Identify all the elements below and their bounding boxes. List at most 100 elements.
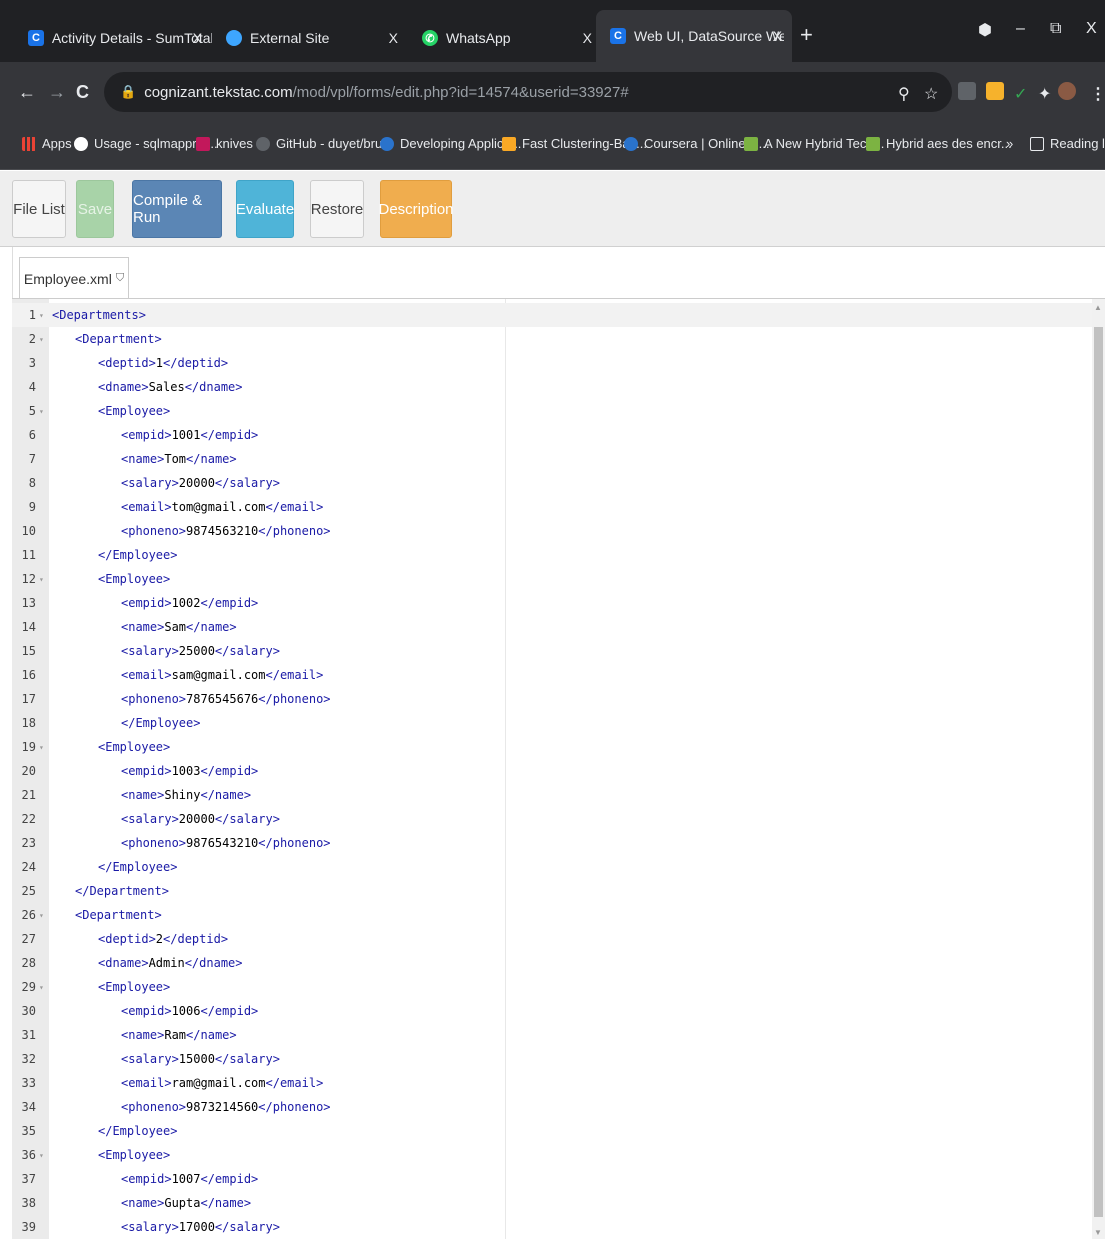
bookmark-new-hybrid-tech[interactable]: A New Hybrid Tech... — [744, 136, 884, 151]
extension-check-icon[interactable]: ✓ — [1014, 84, 1027, 104]
extension-hand-icon[interactable] — [986, 82, 1004, 100]
back-arrow-icon[interactable]: ← — [18, 82, 36, 103]
line-number: 21 — [21, 788, 36, 802]
code-line[interactable]: 10 <phoneno>9874563210</phoneno> — [12, 519, 1092, 543]
code-line[interactable]: 22 <salary>20000</salary> — [12, 807, 1092, 831]
extension-pdf-icon[interactable] — [958, 82, 976, 100]
code-line[interactable]: 35 </Employee> — [12, 1119, 1092, 1143]
code-line[interactable]: 5 ▾ <Employee> — [12, 399, 1092, 423]
code-line[interactable]: 36 ▾ <Employee> — [12, 1143, 1092, 1167]
fold-arrow-icon[interactable]: ▾ — [36, 575, 49, 584]
profile-shield-icon[interactable]: ⬢ — [978, 20, 992, 40]
code-line[interactable]: 15 <salary>25000</salary> — [12, 639, 1092, 663]
code-line[interactable]: 37 <empid>1007</empid> — [12, 1167, 1092, 1191]
code-line[interactable]: 33 <email>ram@gmail.com</email> — [12, 1071, 1092, 1095]
avatar[interactable] — [1058, 82, 1076, 100]
tab-external-site[interactable]: External Site X — [212, 14, 408, 62]
code-line[interactable]: 28 <dname>Admin</dname> — [12, 951, 1092, 975]
code-line[interactable]: 9 <email>tom@gmail.com</email> — [12, 495, 1092, 519]
save-button[interactable]: Save — [76, 180, 114, 238]
forward-arrow-icon[interactable]: → — [48, 82, 66, 103]
code-line[interactable]: 8 <salary>20000</salary> — [12, 471, 1092, 495]
code-text: <Departments> — [52, 308, 146, 322]
scroll-up-arrow-icon[interactable]: ▲ — [1094, 303, 1102, 312]
bookmark-developing-applica[interactable]: Developing Applica... — [380, 136, 521, 151]
code-line[interactable]: 29 ▾ <Employee> — [12, 975, 1092, 999]
tab-web-ui-datasource[interactable]: C Web UI, DataSource Well Formed X — [596, 10, 792, 62]
bookmark-github-duyet[interactable]: GitHub - duyet/bru... — [256, 136, 393, 151]
tab-close-icon[interactable]: X — [193, 30, 202, 46]
code-line[interactable]: 24 </Employee> — [12, 855, 1092, 879]
code-line[interactable]: 4 <dname>Sales</dname> — [12, 375, 1092, 399]
more-bookmarks-button[interactable]: » — [1006, 136, 1013, 151]
line-number: 14 — [21, 620, 36, 634]
tab-close-icon[interactable]: X — [773, 28, 782, 44]
minimize-button[interactable]: – — [1016, 20, 1025, 38]
code-line[interactable]: 20 <empid>1003</empid> — [12, 759, 1092, 783]
scroll-down-arrow-icon[interactable]: ▼ — [1094, 1228, 1102, 1237]
restore-button[interactable]: Restore — [310, 180, 364, 238]
code-line[interactable]: 14 <name>Sam</name> — [12, 615, 1092, 639]
reading-list-button[interactable]: Reading list — [1030, 136, 1105, 151]
code-line[interactable]: 6 <empid>1001</empid> — [12, 423, 1092, 447]
bookmark-hybrid-aes[interactable]: Hybrid aes des encr... — [866, 136, 1012, 151]
bookmark-apps[interactable]: Apps — [22, 136, 72, 151]
code-line[interactable]: 31 <name>Ram</name> — [12, 1023, 1092, 1047]
file-tab-employee-xml[interactable]: Employee.xml ⛉ — [19, 257, 129, 299]
evaluate-button[interactable]: Evaluate — [236, 180, 294, 238]
file-tabs: Employee.xml ⛉ — [12, 247, 1105, 299]
code-line[interactable]: 2 ▾ <Department> — [12, 327, 1092, 351]
code-line[interactable]: 34 <phoneno>9873214560</phoneno> — [12, 1095, 1092, 1119]
code-line[interactable]: 11 </Employee> — [12, 543, 1092, 567]
code-line[interactable]: 23 <phoneno>9876543210</phoneno> — [12, 831, 1092, 855]
window-close-button[interactable]: X — [1086, 20, 1097, 38]
bookmark-star-icon[interactable]: ☆ — [924, 84, 938, 104]
line-number: 13 — [21, 596, 36, 610]
zoom-icon[interactable]: ⚲ — [898, 84, 910, 104]
fold-arrow-icon[interactable]: ▾ — [36, 407, 49, 416]
code-editor[interactable]: 1 ▾ <Departments> 2 ▾ <Department> 3 <deptid>1<… — [12, 299, 1092, 1239]
compile-run-button[interactable]: Compile & Run — [132, 180, 222, 238]
code-line[interactable]: 21 <name>Shiny</name> — [12, 783, 1092, 807]
scrollbar-thumb[interactable] — [1094, 327, 1103, 1217]
fold-arrow-icon[interactable]: ▾ — [36, 743, 49, 752]
code-line[interactable]: 25 </Department> — [12, 879, 1092, 903]
fold-arrow-icon[interactable]: ▾ — [36, 911, 49, 920]
editor-vertical-scrollbar[interactable]: ▲ ▼ — [1092, 299, 1105, 1239]
reload-icon[interactable]: C — [76, 82, 89, 103]
fold-arrow-icon[interactable]: ▾ — [36, 983, 49, 992]
restore-button[interactable]: ⧉ — [1050, 20, 1061, 38]
code-line[interactable]: 27 <deptid>2</deptid> — [12, 927, 1092, 951]
tab-whatsapp[interactable]: ✆ WhatsApp X — [408, 14, 602, 62]
line-number: 30 — [21, 1004, 36, 1018]
new-tab-button[interactable]: + — [800, 22, 813, 48]
code-line[interactable]: 12 ▾ <Employee> — [12, 567, 1092, 591]
menu-kebab-icon[interactable]: ⋮ — [1090, 84, 1105, 104]
fold-arrow-icon[interactable]: ▾ — [36, 335, 49, 344]
code-line[interactable]: 7 <name>Tom</name> — [12, 447, 1092, 471]
code-line[interactable]: 13 <empid>1002</empid> — [12, 591, 1092, 615]
tab-close-icon[interactable]: X — [389, 30, 398, 46]
code-line[interactable]: 16 <email>sam@gmail.com</email> — [12, 663, 1092, 687]
bookmark-knives[interactable]: knives — [196, 136, 253, 151]
code-line[interactable]: 30 <empid>1006</empid> — [12, 999, 1092, 1023]
code-line[interactable]: 1 ▾ <Departments> — [12, 303, 1092, 327]
code-line[interactable]: 3 <deptid>1</deptid> — [12, 351, 1092, 375]
tab-close-icon[interactable]: X — [583, 30, 592, 46]
fold-arrow-icon[interactable]: ▾ — [36, 311, 49, 320]
code-text: <phoneno>9876543210</phoneno> — [121, 836, 331, 850]
fold-arrow-icon[interactable]: ▾ — [36, 1151, 49, 1160]
description-button[interactable]: Description — [378, 180, 454, 238]
code-line[interactable]: 17 <phoneno>7876545676</phoneno> — [12, 687, 1092, 711]
line-number: 29 — [21, 980, 36, 994]
extensions-puzzle-icon[interactable]: ✦ — [1038, 84, 1051, 104]
code-line[interactable]: 39 <salary>17000</salary> — [12, 1215, 1092, 1239]
code-line[interactable]: 18 </Employee> — [12, 711, 1092, 735]
code-line[interactable]: 38 <name>Gupta</name> — [12, 1191, 1092, 1215]
code-line[interactable]: 32 <salary>15000</salary> — [12, 1047, 1092, 1071]
tab-activity-details[interactable]: C Activity Details - SumTotal X — [14, 14, 212, 62]
address-bar[interactable]: 🔒 cognizant.tekstac.com /mod/vpl/forms/e… — [104, 72, 952, 112]
code-line[interactable]: 26 ▾ <Department> — [12, 903, 1092, 927]
code-line[interactable]: 19 ▾ <Employee> — [12, 735, 1092, 759]
file-list-button[interactable]: File List — [12, 180, 66, 238]
